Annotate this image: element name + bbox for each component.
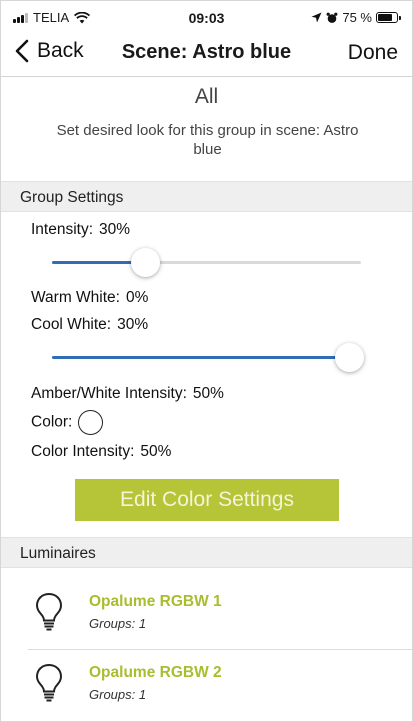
- status-bar: TELIA 09:03 75 %: [1, 1, 412, 31]
- navigation-bar: Back Scene: Astro blue Done: [1, 31, 412, 77]
- cool-white-slider[interactable]: [52, 343, 364, 373]
- luminaire-groups: Groups: 1: [89, 687, 147, 702]
- cool-white-value: 30%: [117, 316, 149, 333]
- intensity-label: Intensity:: [31, 221, 94, 238]
- slider-thumb[interactable]: [335, 343, 364, 372]
- cool-white-label: Cool White:: [31, 316, 112, 333]
- status-right: 75 %: [311, 10, 401, 25]
- amber-white-value: 50%: [192, 385, 224, 402]
- chevron-left-icon: [15, 39, 29, 63]
- color-intensity-value: 50%: [140, 443, 172, 460]
- lightbulb-icon: [35, 663, 63, 702]
- cool-white-row: Cool White: 30%: [31, 316, 148, 334]
- battery-fill: [378, 14, 392, 21]
- edit-color-settings-button[interactable]: Edit Color Settings: [75, 479, 339, 521]
- list-item[interactable]: Opalume RGBW 2 Groups: 1: [1, 650, 412, 720]
- intensity-value: 30%: [99, 221, 131, 238]
- battery-percent: 75 %: [342, 10, 372, 25]
- done-button[interactable]: Done: [348, 41, 398, 65]
- back-button[interactable]: Back: [15, 39, 84, 63]
- luminaires-header: Luminaires: [1, 537, 412, 568]
- lightbulb-icon: [35, 592, 63, 631]
- app-screen: TELIA 09:03 75 % Back Scene: Astro blue …: [0, 0, 413, 722]
- color-intensity-row: Color Intensity: 50%: [31, 443, 171, 461]
- color-swatch[interactable]: [78, 410, 104, 435]
- luminaire-groups: Groups: 1: [89, 616, 147, 631]
- luminaire-name: Opalume RGBW 1: [89, 593, 222, 610]
- amber-white-label: Amber/White Intensity:: [31, 385, 187, 402]
- slider-fill: [52, 356, 349, 359]
- color-intensity-label: Color Intensity:: [31, 443, 135, 460]
- back-label: Back: [37, 39, 84, 62]
- intensity-slider[interactable]: [52, 248, 361, 278]
- color-row: Color:: [31, 410, 104, 435]
- warm-white-label: Warm White:: [31, 289, 120, 306]
- group-settings-header: Group Settings: [1, 181, 412, 212]
- alarm-icon: [326, 12, 338, 23]
- location-arrow-icon: [311, 12, 322, 23]
- warm-white-row: Warm White: 0%: [31, 289, 148, 307]
- group-name: All: [194, 85, 219, 108]
- color-label: Color:: [31, 413, 73, 431]
- list-item[interactable]: Opalume RGBW 1 Groups: 1: [1, 579, 412, 649]
- battery-icon: [376, 12, 401, 23]
- slider-thumb[interactable]: [131, 248, 160, 277]
- warm-white-value: 0%: [125, 289, 149, 306]
- amber-white-row: Amber/White Intensity: 50%: [31, 385, 224, 403]
- group-description: Set desired look for this group in scene…: [56, 122, 359, 158]
- intensity-row: Intensity: 30%: [31, 221, 130, 239]
- luminaire-name: Opalume RGBW 2: [89, 664, 222, 681]
